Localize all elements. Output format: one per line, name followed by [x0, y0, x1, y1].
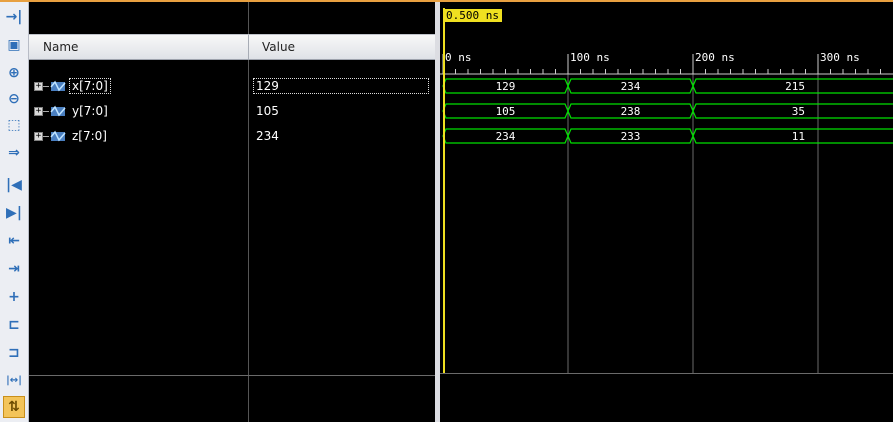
- tree-connector: [43, 86, 49, 87]
- zoom-out-icon[interactable]: ⊖: [3, 88, 25, 110]
- cursor-time-label: 0.500 ns: [443, 9, 502, 22]
- go-to-start-icon[interactable]: |◀: [3, 174, 25, 196]
- signal-name[interactable]: x[7:0]: [69, 78, 111, 94]
- time-label: 300 ns: [820, 51, 860, 64]
- tree-connector: [43, 136, 49, 137]
- expand-icon[interactable]: +: [34, 132, 43, 141]
- panel-divider: [440, 373, 893, 374]
- bus-signal-icon: [50, 130, 66, 142]
- bus-value-label: 234: [621, 80, 641, 93]
- column-divider: [248, 2, 249, 34]
- previous-transition-icon[interactable]: ⇤: [3, 230, 25, 252]
- bus-value-label: 35: [792, 105, 805, 118]
- panel-divider: [29, 375, 435, 376]
- time-label: 100 ns: [570, 51, 610, 64]
- bus-value-label: 11: [792, 130, 805, 143]
- name-column-header[interactable]: Name: [43, 40, 78, 54]
- time-label: 200 ns: [695, 51, 735, 64]
- bus-signal-icon: [50, 105, 66, 117]
- next-marker-icon[interactable]: ⊐: [3, 342, 25, 364]
- go-to-end-icon[interactable]: ▶|: [3, 202, 25, 224]
- tree-connector: [43, 111, 49, 112]
- signal-name[interactable]: z[7:0]: [70, 129, 109, 143]
- previous-marker-icon[interactable]: ⊏: [3, 314, 25, 336]
- bus-value-label: 234: [496, 130, 516, 143]
- waveform-panel[interactable]: 129 234 215 105 238 35 234 233 11 0.500 ns 0 ns …: [440, 2, 893, 422]
- signal-value[interactable]: 105: [254, 104, 281, 118]
- waveform-toolbar: →| ▣ ⊕ ⊖ ⬚ ⇒ |◀ ▶| ⇤ ⇥ + ⊏ ⊐ |↔| ⇅: [0, 2, 29, 422]
- save-icon[interactable]: ▣: [3, 34, 25, 56]
- bus-value-label: 238: [621, 105, 641, 118]
- signal-panel: Name Value + x[7:0] 129 + y[7:0] 105 + z…: [29, 2, 435, 422]
- signal-row[interactable]: + z[7:0] 234: [29, 127, 435, 147]
- value-column-header[interactable]: Value: [262, 40, 295, 54]
- go-to-cursor-icon[interactable]: ⇒: [3, 142, 25, 164]
- bus-signal-icon: [50, 80, 66, 92]
- signal-name[interactable]: y[7:0]: [70, 104, 110, 118]
- column-header: Name Value: [29, 34, 435, 60]
- signal-row[interactable]: + x[7:0] 129: [29, 77, 435, 97]
- bus-value-label: 215: [785, 80, 805, 93]
- swap-cursors-icon[interactable]: |↔|: [3, 370, 25, 392]
- snap-to-transition-icon[interactable]: ⇅: [3, 396, 25, 418]
- zoom-in-icon[interactable]: ⊕: [3, 62, 25, 84]
- expand-icon[interactable]: +: [34, 107, 43, 116]
- add-marker-icon[interactable]: +: [3, 286, 25, 308]
- expand-icon[interactable]: +: [34, 82, 43, 91]
- signal-value[interactable]: 129: [253, 78, 429, 94]
- next-transition-icon[interactable]: ⇥: [3, 258, 25, 280]
- bus-value-label: 129: [496, 80, 516, 93]
- waveform-canvas[interactable]: 129 234 215 105 238 35 234 233 11: [440, 2, 893, 422]
- signal-value[interactable]: 234: [254, 129, 281, 143]
- column-resize-handle[interactable]: [248, 35, 249, 59]
- go-to-time-icon[interactable]: →|: [3, 6, 25, 28]
- zoom-fit-icon[interactable]: ⬚: [3, 114, 25, 136]
- signal-row[interactable]: + y[7:0] 105: [29, 102, 435, 122]
- bus-value-label: 233: [621, 130, 641, 143]
- bus-value-label: 105: [496, 105, 516, 118]
- time-label: 0 ns: [445, 51, 472, 64]
